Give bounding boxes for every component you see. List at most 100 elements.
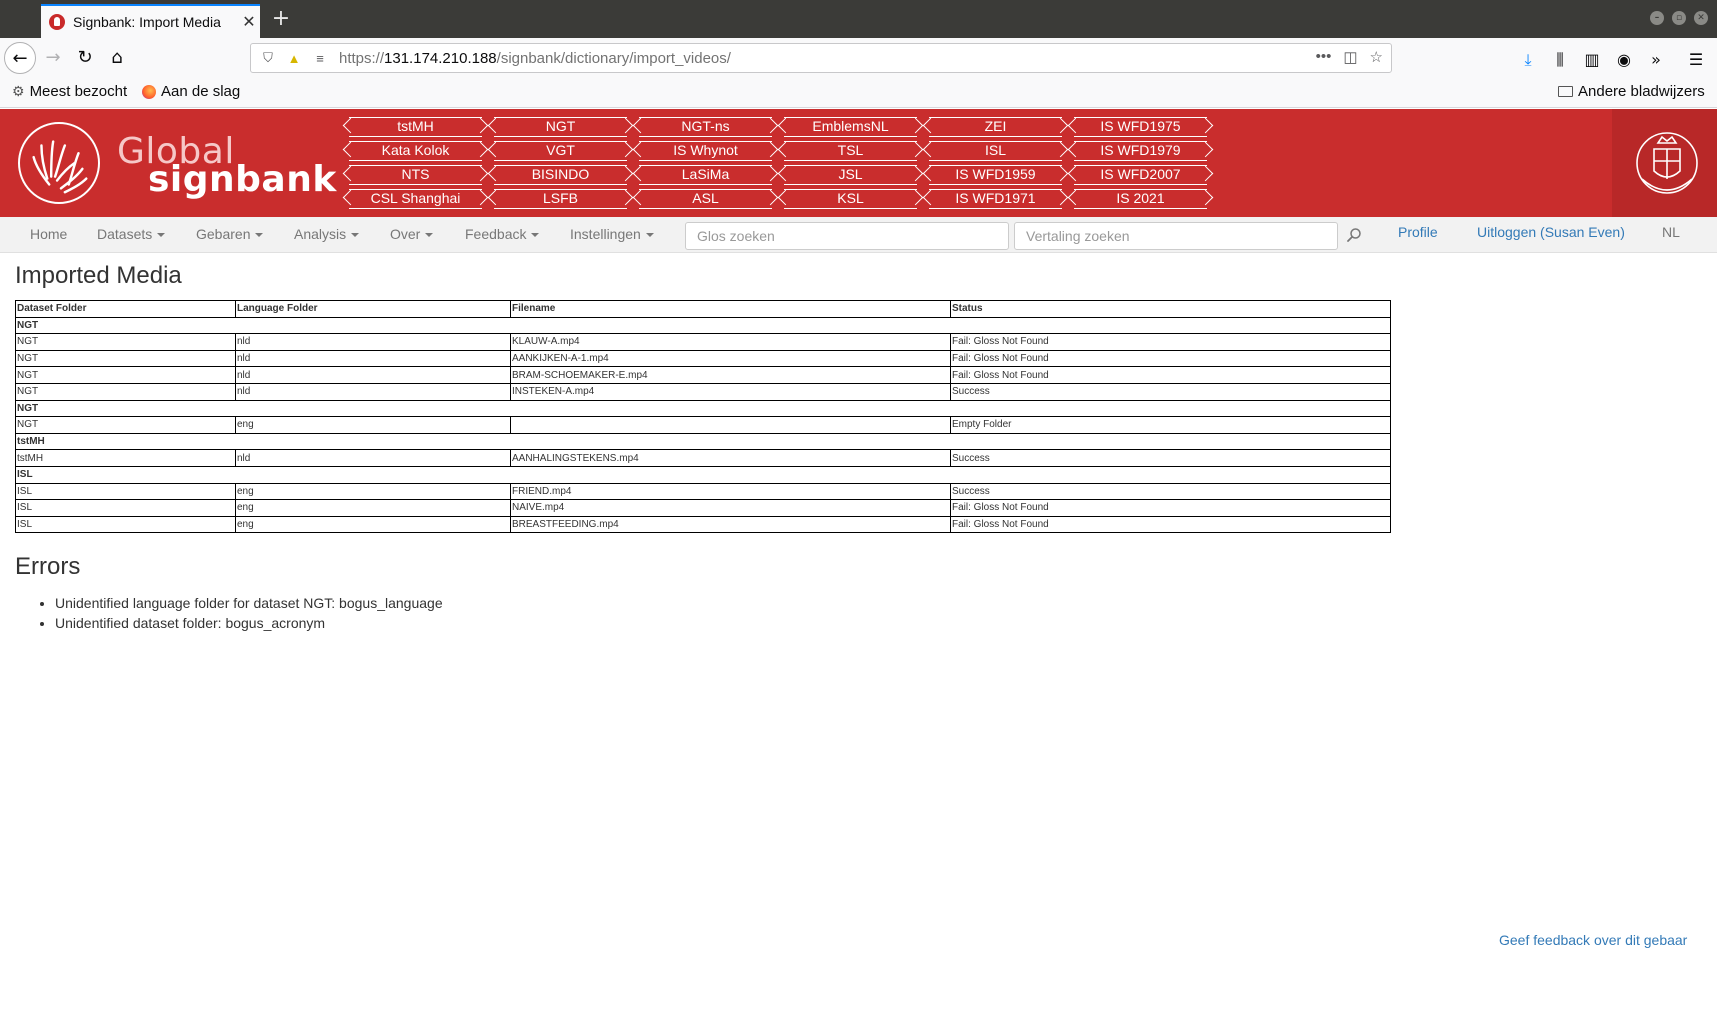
nav-gebaren-label: Gebaren [196,226,251,242]
dataset-pill[interactable]: TSL [784,141,917,161]
column-header: Language Folder [235,300,511,318]
dataset-pill[interactable]: IS WFD1959 [929,165,1062,185]
pocket-icon[interactable]: ◫ [1343,48,1357,66]
reload-icon[interactable]: ↻ [69,42,101,74]
url-scheme: https:// [339,49,385,67]
language-cell: eng [235,515,511,534]
browser-tab-bar: Signbank: Import Media ✕ + – ▫ ✕ [0,0,1717,38]
new-tab-icon[interactable]: + [268,6,294,32]
imported-media-table: Dataset Folder Language Folder Filename … [15,300,1391,534]
forward-icon[interactable]: → [37,42,69,74]
dataset-pill[interactable]: KSL [784,189,917,209]
nav-logout[interactable]: Uitloggen (Susan Even) [1477,224,1625,240]
translation-search-input[interactable] [1014,222,1338,250]
close-tab-icon[interactable]: ✕ [238,12,260,32]
back-icon[interactable]: ← [4,42,36,74]
dataset-pill[interactable]: NGT-ns [639,117,772,137]
dataset-pill[interactable]: IS WFD1979 [1074,141,1207,161]
group-row: ISL [15,465,1391,484]
status-cell: Success [950,482,1391,501]
bookmark-star-icon[interactable]: ☆ [1370,48,1383,66]
overflow-chevron-icon[interactable]: » [1646,50,1666,69]
logo-word-signbank: signbank [148,159,337,200]
permissions-icon[interactable]: ≡ [311,51,329,66]
bookmark-label: Meest bezocht [29,83,128,100]
maximize-window-icon[interactable]: ▫ [1672,11,1686,25]
filename-cell: FRIEND.mp4 [510,482,951,501]
nav-profile[interactable]: Profile [1398,224,1438,240]
nav-analysis[interactable]: Analysis [294,226,360,242]
gloss-search-input[interactable] [685,222,1009,250]
error-item: Unidentified dataset folder: bogus_acron… [55,613,1705,633]
dataset-pill[interactable]: ASL [639,189,772,209]
other-bookmarks[interactable]: Andere bladwijzers [1558,83,1705,100]
main-content: Imported Media Dataset Folder Language F… [15,262,1705,633]
browser-tab[interactable]: Signbank: Import Media ✕ [41,4,260,38]
tracking-shield-icon[interactable]: ⛉ [259,50,277,66]
group-label: NGT [15,316,1391,335]
account-icon[interactable]: ◉ [1614,50,1634,69]
url-text[interactable]: https://131.174.210.188/signbank/diction… [339,50,731,67]
hamburger-menu-icon[interactable]: ☰ [1686,50,1706,69]
dataset-pill[interactable]: LaSiMa [639,165,772,185]
group-label: tstMH [15,432,1391,451]
home-icon[interactable]: ⌂ [101,42,133,74]
dataset-pill[interactable]: ISL [929,141,1062,161]
library-icon[interactable]: ⫼ [1550,50,1570,70]
site-header: Global signbank tstMH NGT NGT-ns Emblems… [0,109,1717,217]
nav-language[interactable]: NL [1662,224,1680,240]
dataset-pill[interactable]: BISINDO [494,165,627,185]
table-row: tstMH nld AANHALINGSTEKENS.mp4 Success [15,449,1391,467]
site-nav: Home Datasets Gebaren Analysis Over Feed… [0,217,1717,253]
page-actions-icon[interactable]: ••• [1316,48,1332,66]
dataset-pill[interactable]: IS WFD2007 [1074,165,1207,185]
nav-gebaren[interactable]: Gebaren [196,226,264,242]
status-cell: Fail: Gloss Not Found [950,499,1391,517]
nav-datasets[interactable]: Datasets [97,226,166,242]
bookmark-getting-started[interactable]: Aan de slag [142,83,240,100]
university-crest-icon [1612,109,1717,217]
group-row: NGT [15,399,1391,418]
status-cell: Success [950,449,1391,467]
nav-home[interactable]: Home [30,226,67,242]
caret-down-icon [157,233,166,238]
filename-cell: KLAUW-A.mp4 [510,333,951,351]
dataset-pill[interactable]: NGT [494,117,627,137]
nav-feedback-label: Feedback [465,226,527,242]
dataset-cell: NGT [15,333,236,351]
dataset-pill[interactable]: IS 2021 [1074,189,1207,209]
caret-down-icon [645,233,654,238]
dataset-pill[interactable]: VGT [494,141,627,161]
nav-instellingen[interactable]: Instellingen [570,226,654,242]
dataset-pill[interactable]: Kata Kolok [349,141,482,161]
search-icon[interactable] [1346,227,1362,243]
nav-feedback[interactable]: Feedback [465,226,540,242]
nav-over[interactable]: Over [390,226,434,242]
status-cell: Empty Folder [950,416,1391,434]
dataset-pill[interactable]: LSFB [494,189,627,209]
dataset-pill[interactable]: IS Whynot [639,141,772,161]
download-icon[interactable]: ⤓ [1518,50,1538,70]
other-bookmarks-label: Andere bladwijzers [1578,83,1705,100]
bookmark-most-visited[interactable]: ⚙ Meest bezocht [12,83,127,100]
sidebar-icon[interactable]: ▥ [1582,50,1602,69]
hands-logo-icon[interactable] [18,122,100,204]
insecure-lock-icon[interactable]: ▲ [285,51,303,66]
dataset-pill[interactable]: tstMH [349,117,482,137]
dataset-pill[interactable]: NTS [349,165,482,185]
dataset-selector: tstMH NGT NGT-ns EmblemsNL ZEI IS WFD197… [349,116,1207,212]
dataset-pill[interactable]: IS WFD1975 [1074,117,1207,137]
gloss-feedback-link[interactable]: Geef feedback over dit gebaar [1499,932,1687,948]
dataset-pill[interactable]: CSL Shanghai [349,189,482,209]
dataset-pill[interactable]: IS WFD1971 [929,189,1062,209]
dataset-pill[interactable]: ZEI [929,117,1062,137]
group-label: ISL [15,465,1391,484]
caret-down-icon [255,233,264,238]
dataset-pill[interactable]: EmblemsNL [784,117,917,137]
minimize-window-icon[interactable]: – [1650,11,1664,25]
dataset-pill[interactable]: JSL [784,165,917,185]
dataset-cell: tstMH [15,449,236,467]
caret-down-icon [425,233,434,238]
url-bar[interactable]: ⛉ ▲ ≡ https://131.174.210.188/signbank/d… [250,43,1392,73]
close-window-icon[interactable]: ✕ [1694,11,1708,25]
